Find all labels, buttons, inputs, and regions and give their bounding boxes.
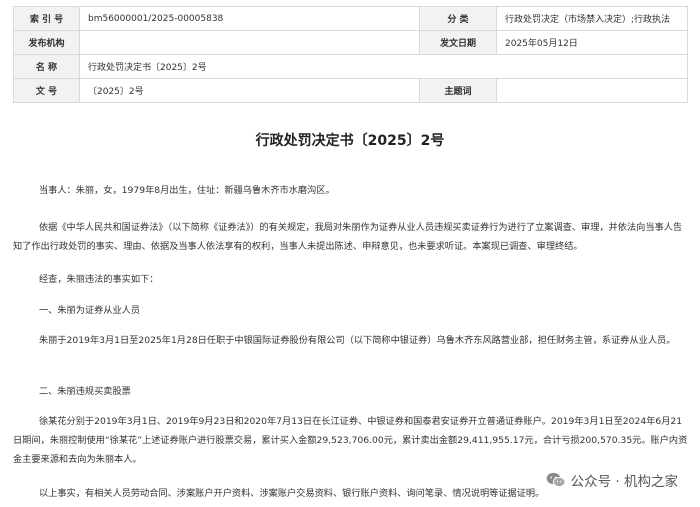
meta-value-date: 2025年05月12日 — [496, 30, 688, 55]
document-title: 行政处罚决定书〔2025〕2号 — [255, 133, 445, 149]
document-meta-table: 索 引 号 bm56000001/2025-00005838 分 类 行政处罚决… — [13, 6, 688, 103]
meta-key-category: 分 类 — [419, 6, 497, 31]
meta-value-index: bm56000001/2025-00005838 — [79, 6, 420, 31]
paragraph-findings-intro: 经查，朱丽违法的事实如下： — [39, 274, 159, 285]
meta-value-publisher — [79, 30, 420, 55]
wechat-icon — [546, 472, 566, 488]
section-heading-1: 一、朱丽为证券从业人员 — [39, 305, 141, 316]
watermark-text: 公众号 · 机构之家 — [570, 474, 678, 490]
paragraph-basis: 依据《中华人民共和国证券法》（以下简称《证券法》）的有关规定，我局对朱丽作为证券… — [13, 222, 683, 252]
meta-value-name: 行政处罚决定书〔2025〕2号 — [79, 54, 688, 79]
meta-row-index: 索 引 号 bm56000001/2025-00005838 分 类 行政处罚决… — [13, 6, 688, 31]
meta-key-docnum: 文 号 — [13, 78, 80, 103]
meta-key-subject: 主题词 — [419, 78, 497, 103]
meta-row-name: 名 称 行政处罚决定书〔2025〕2号 — [13, 54, 688, 79]
meta-value-docnum: 〔2025〕2号 — [79, 78, 420, 103]
meta-key-publisher: 发布机构 — [13, 30, 80, 55]
meta-key-name: 名 称 — [13, 54, 80, 79]
meta-key-index: 索 引 号 — [13, 6, 80, 31]
meta-value-subject — [496, 78, 688, 103]
meta-row-docnum: 文 号 〔2025〕2号 主题词 — [13, 78, 688, 103]
meta-value-category: 行政处罚决定（市场禁入决定）;行政执法 — [496, 6, 688, 31]
meta-key-date: 发文日期 — [419, 30, 497, 55]
wechat-watermark: 公众号 · 机构之家 — [541, 468, 682, 492]
paragraph-trading: 徐某花分别于2019年3月1日、2019年9月23日和2020年7月13日在长江… — [13, 416, 688, 465]
section-heading-2: 二、朱丽违规买卖股票 — [39, 386, 131, 397]
paragraph-employment: 朱丽于2019年3月1日至2025年1月28日任职于中银国际证券股份有限公司（以… — [39, 335, 676, 346]
meta-row-publisher: 发布机构 发文日期 2025年05月12日 — [13, 30, 688, 55]
paragraph-party: 当事人：朱丽，女，1979年8月出生，住址：新疆乌鲁木齐市水磨沟区。 — [39, 185, 335, 196]
